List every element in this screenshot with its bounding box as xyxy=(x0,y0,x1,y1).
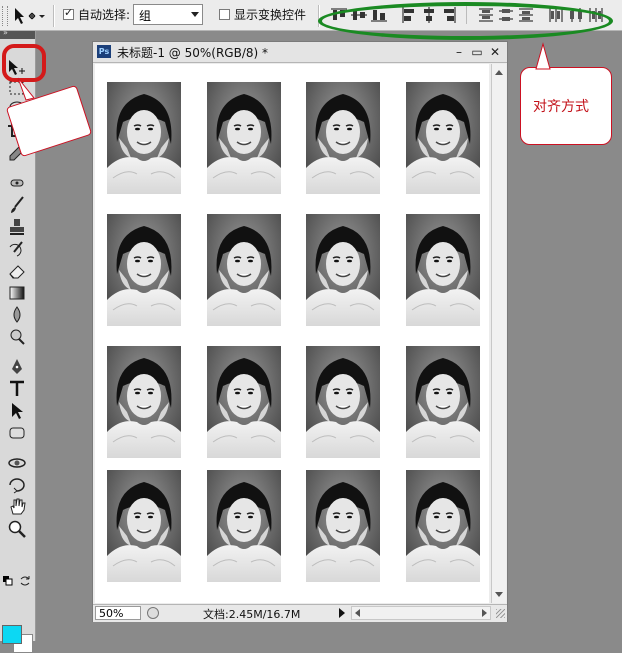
portrait-photo xyxy=(107,214,181,326)
eraser-tool-icon xyxy=(9,265,25,279)
shape-tool-button[interactable] xyxy=(7,423,27,443)
default-colors-button[interactable] xyxy=(3,575,13,586)
align-highlight-ellipse xyxy=(318,2,613,40)
document-canvas[interactable] xyxy=(95,64,489,603)
hand-tool-icon xyxy=(10,498,26,515)
healing-brush-icon xyxy=(10,179,24,187)
chevron-down-icon xyxy=(191,12,199,17)
portrait-photo xyxy=(406,346,480,458)
scroll-down-icon[interactable] xyxy=(495,592,503,597)
auto-select-dropdown[interactable]: 组 xyxy=(133,4,203,25)
blur-tool-icon xyxy=(13,306,21,323)
path-select-button[interactable] xyxy=(7,401,27,421)
portrait-photo xyxy=(406,82,480,194)
dodge-tool-button[interactable] xyxy=(7,327,27,347)
dodge-tool-icon xyxy=(10,329,25,345)
zoom-tool-icon xyxy=(8,520,26,538)
show-transform-checkbox[interactable] xyxy=(219,9,230,20)
portrait-photo xyxy=(306,346,380,458)
pen-tool-button[interactable] xyxy=(7,357,27,377)
tools-panel-header[interactable]: » xyxy=(0,28,35,39)
healing-brush-button[interactable] xyxy=(7,173,27,193)
status-bar: 50% 文档:2.45M/16.7M xyxy=(93,604,507,622)
shape-tool-icon xyxy=(9,427,25,439)
default-colors-icon xyxy=(3,576,13,586)
portrait-photo xyxy=(306,470,380,582)
minimize-button[interactable]: – xyxy=(451,44,467,60)
horizontal-scrollbar[interactable] xyxy=(351,606,491,620)
align-callout-pointer xyxy=(535,42,551,70)
portrait-photo xyxy=(207,470,281,582)
clone-stamp-button[interactable] xyxy=(7,217,27,237)
portrait-photo xyxy=(306,82,380,194)
move-callout-pointer xyxy=(17,77,35,101)
photoshop-icon: Ps xyxy=(97,45,111,58)
swap-colors-button[interactable] xyxy=(19,575,31,587)
auto-select-label: 自动选择: xyxy=(78,8,131,22)
clone-stamp-icon xyxy=(10,219,24,235)
status-menu-arrow-icon[interactable] xyxy=(339,608,345,618)
auto-select-checkbox[interactable] xyxy=(63,6,74,20)
3d-rotate-button[interactable] xyxy=(7,453,27,473)
path-select-icon xyxy=(12,403,23,419)
auto-select-value: 组 xyxy=(139,9,152,23)
zoom-tool-button[interactable] xyxy=(7,519,27,539)
document-title: 未标题-1 @ 50%(RGB/8) * xyxy=(117,46,268,60)
brush-tool-icon xyxy=(11,196,24,213)
eraser-tool-button[interactable] xyxy=(7,261,27,281)
hand-tool-button[interactable] xyxy=(7,497,27,517)
scroll-up-icon[interactable] xyxy=(495,70,503,75)
document-title-bar[interactable]: Ps 未标题-1 @ 50%(RGB/8) * – ▭ ✕ xyxy=(93,42,507,63)
align-callout: 对齐方式 xyxy=(520,67,612,145)
document-window: Ps 未标题-1 @ 50%(RGB/8) * – ▭ ✕ 50% 文档:2.4… xyxy=(92,41,508,622)
vertical-scrollbar[interactable] xyxy=(491,64,506,603)
brush-tool-button[interactable] xyxy=(7,195,27,215)
gradient-tool-icon xyxy=(9,286,25,300)
status-info-icon[interactable] xyxy=(147,607,159,619)
3d-orbit-icon xyxy=(9,478,25,494)
maximize-button[interactable]: ▭ xyxy=(469,44,485,60)
portrait-photo xyxy=(207,82,281,194)
portrait-photo xyxy=(207,214,281,326)
portrait-photo xyxy=(207,346,281,458)
document-size-info: 文档:2.45M/16.7M xyxy=(203,608,301,621)
move-tool-icon xyxy=(15,8,45,24)
show-transform-label: 显示变换控件 xyxy=(234,8,307,22)
resize-grip[interactable] xyxy=(496,609,505,618)
3d-orbit-button[interactable] xyxy=(7,475,27,495)
3d-rotate-icon xyxy=(8,458,26,468)
portrait-photo xyxy=(107,346,181,458)
tool-preset-picker[interactable] xyxy=(12,6,46,26)
blur-tool-button[interactable] xyxy=(7,305,27,325)
align-callout-text: 对齐方式 xyxy=(533,99,589,115)
type-tool-icon xyxy=(10,380,24,396)
portrait-photo xyxy=(406,214,480,326)
scroll-right-icon[interactable] xyxy=(482,609,487,617)
portrait-photo xyxy=(107,470,181,582)
type-tool-button[interactable] xyxy=(7,379,27,399)
divider xyxy=(53,5,55,27)
portrait-photo xyxy=(107,82,181,194)
portrait-photo xyxy=(306,214,380,326)
pen-tool-icon xyxy=(12,359,22,374)
scroll-left-icon[interactable] xyxy=(355,609,360,617)
swap-colors-icon xyxy=(20,576,30,586)
gradient-tool-button[interactable] xyxy=(7,283,27,303)
portrait-photo xyxy=(406,470,480,582)
foreground-color-swatch[interactable] xyxy=(2,625,22,644)
zoom-field[interactable]: 50% xyxy=(95,606,141,620)
history-brush-button[interactable] xyxy=(7,239,27,259)
options-bar-grip[interactable] xyxy=(2,6,8,26)
history-brush-icon xyxy=(9,241,23,257)
close-button[interactable]: ✕ xyxy=(487,44,503,60)
